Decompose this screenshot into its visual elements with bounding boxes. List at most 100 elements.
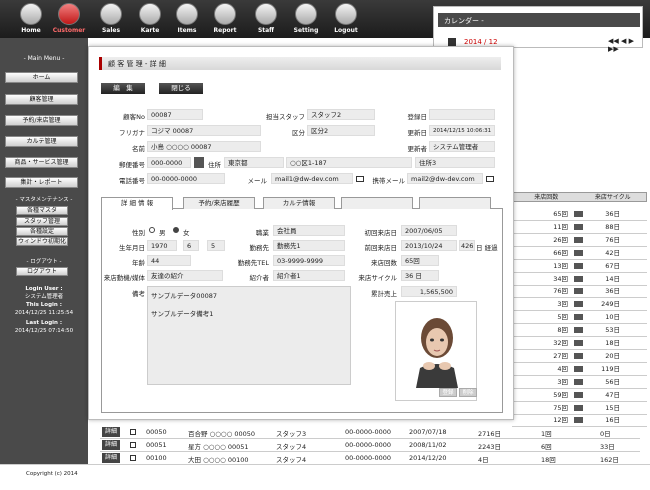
row-checkbox[interactable] [130, 442, 136, 448]
tab-empty-2[interactable] [419, 197, 491, 209]
cycle-bar [574, 378, 583, 385]
col-cycle[interactable]: 来店サイクル [580, 193, 647, 201]
table-row[interactable]: 27回 20日 [512, 350, 647, 363]
updater-field: システム管理者 [429, 141, 495, 152]
birth-day-field: 5 [207, 240, 225, 251]
close-button[interactable]: 閉じる [159, 83, 203, 94]
calendar-title: カレンダー - [438, 13, 640, 27]
edit-button[interactable]: 編 集 [101, 83, 145, 94]
mail-icon[interactable] [486, 176, 494, 182]
nav-report[interactable]: Report [206, 3, 244, 37]
cycle-cell: 42日 [605, 248, 620, 257]
gender-male-radio[interactable] [149, 227, 155, 233]
table-row[interactable]: 11回 88日 [512, 221, 647, 234]
sidebar-item-items[interactable]: 商品・サービス管理 [5, 157, 78, 168]
calendar-nav-arrows[interactable]: ◀◀ ◀ ▶ ▶▶ [608, 37, 642, 53]
detail-button[interactable]: 詳細 [102, 440, 121, 450]
detail-button[interactable]: 詳細 [102, 427, 121, 437]
login-user: システム管理者 [24, 294, 64, 300]
sales-field: 1,565,500 [401, 286, 457, 297]
sidebar-item-report[interactable]: 集計・レポート [5, 177, 78, 188]
address2-field: 住所3 [415, 157, 495, 168]
sidebar-item-customer[interactable]: 顧客管理 [5, 94, 78, 105]
cycle-bar [574, 327, 583, 334]
row-checkbox[interactable] [130, 429, 136, 435]
sidebar-item-reservation[interactable]: 予約/来店管理 [5, 115, 78, 126]
nav-sales[interactable]: Sales [92, 3, 130, 37]
table-row[interactable]: 59回 47日 [512, 389, 647, 402]
zip-field: 000-0000 [147, 157, 191, 168]
cycle-cell: 10日 [605, 313, 620, 322]
sidebar-logout-button[interactable]: ログアウト [16, 267, 68, 276]
birth-month-field: 6 [183, 240, 199, 251]
visits-cell: 32回 [553, 339, 568, 347]
visits-cell: 13回 [553, 261, 568, 270]
table-row[interactable]: 76回 36日 [512, 285, 647, 299]
home-icon [20, 3, 42, 25]
this-login: 2014/12/25 11:25:54 [14, 310, 74, 316]
visits-cell: 5回 [557, 313, 568, 322]
cycle-cell: 88日 [605, 222, 620, 231]
tab-karte[interactable]: カルテ情報 [263, 197, 335, 209]
sidebar-item-window-reset[interactable]: ウィンドウ初期化 [16, 237, 68, 246]
nav-home[interactable]: Home [12, 3, 50, 37]
cycle-cell: 20日 [605, 351, 620, 360]
visits-cell: 65回 [553, 210, 568, 218]
cycle-cell: 56日 [605, 377, 620, 386]
nav-logout[interactable]: Logout [327, 3, 365, 37]
table-row[interactable]: 32回 18日 [512, 337, 647, 350]
col-visits[interactable]: 来店回数 [513, 193, 580, 201]
cycle-bar [574, 249, 583, 256]
sidebar-item-settings[interactable]: 各種設定 [16, 227, 68, 236]
mail-icon[interactable] [356, 176, 364, 182]
row-checkbox[interactable] [130, 455, 136, 461]
cycle-bar [574, 314, 583, 321]
visits-cell: 11回 [553, 222, 568, 231]
table-row[interactable]: 3回 249日 [512, 298, 647, 312]
table-row[interactable]: 3回 56日 [512, 376, 647, 389]
table-row[interactable]: 4回 119日 [512, 363, 647, 376]
zip-search-icon[interactable] [194, 157, 204, 168]
customer-photo [395, 301, 477, 401]
sidebar-item-staff[interactable]: スタッフ管理 [16, 217, 68, 226]
table-row[interactable]: 詳細 00051 星方 ○○○○ 00051 スタッフ4 00-0000-000… [100, 439, 640, 452]
nav-customer[interactable]: Customer [50, 3, 88, 37]
table-row[interactable]: 8回 53日 [512, 324, 647, 338]
tab-empty-1[interactable] [341, 197, 413, 209]
cycle-cell: 14日 [605, 274, 620, 283]
table-row[interactable]: 65回 36日 [512, 208, 647, 221]
gender-female-radio[interactable] [173, 227, 179, 233]
cycle-bar [574, 417, 583, 424]
nav-items[interactable]: Items [168, 3, 206, 37]
footer: Copyright (c) 2014 [0, 464, 650, 490]
photo-delete-button[interactable]: 削除 [459, 388, 477, 397]
cycle-bar [574, 211, 583, 217]
elapsed-days-field: 426 [459, 240, 475, 251]
calendar-month: 2014 / 12 [464, 38, 498, 46]
visits-field: 65回 [401, 255, 439, 266]
sidebar-item-master[interactable]: 各種マスタ [16, 206, 68, 215]
table-row[interactable]: 詳細 00050 百合野 ○○○○ 00050 スタッフ3 00-0000-00… [100, 426, 640, 439]
last-login-label: Last Login : [25, 320, 63, 326]
table-row[interactable]: 75回 15日 [512, 402, 647, 415]
cycle-bar [574, 365, 583, 372]
nav-staff[interactable]: Staff [247, 3, 285, 37]
table-row[interactable]: 5回 10日 [512, 311, 647, 325]
sidebar-item-home[interactable]: ホーム [5, 72, 78, 83]
reg-date-field [429, 109, 495, 120]
cycle-cell: 18日 [605, 339, 620, 347]
staff-field: スタッフ2 [307, 109, 375, 120]
detail-button[interactable]: 詳細 [102, 453, 121, 463]
table-row[interactable]: 13回 67日 [512, 260, 647, 273]
nav-setting[interactable]: Setting [287, 3, 325, 37]
nav-karte[interactable]: Karte [131, 3, 169, 37]
table-row[interactable]: 26回 76日 [512, 234, 647, 247]
photo-register-button[interactable]: 登録 [439, 388, 457, 397]
setting-icon [295, 3, 317, 25]
table-row[interactable]: 34回 14日 [512, 273, 647, 286]
sidebar-item-karte[interactable]: カルテ管理 [5, 136, 78, 147]
age-field: 44 [147, 255, 191, 266]
tab-reservation-history[interactable]: 予約/来店履歴 [183, 197, 255, 209]
table-row[interactable]: 66回 42日 [512, 247, 647, 260]
first-visit-field: 2007/06/05 [401, 225, 457, 236]
